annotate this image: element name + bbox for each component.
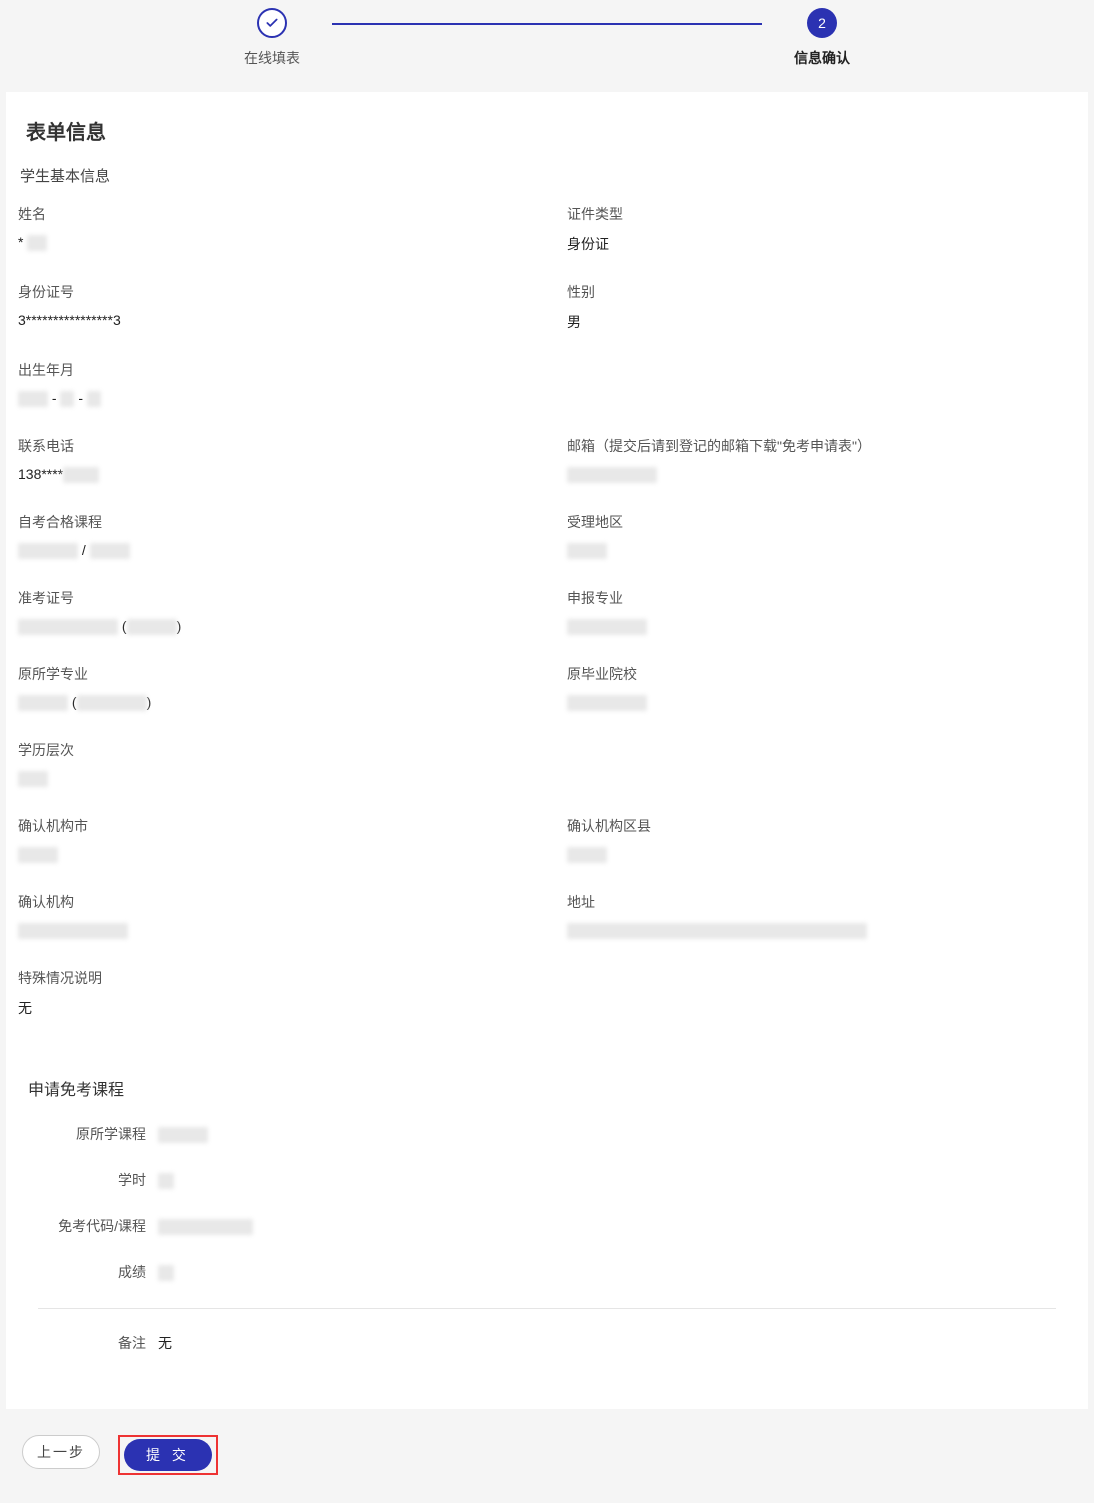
exam-pass-label: 自考合格课程 xyxy=(18,512,527,532)
apply-major-label: 申报专业 xyxy=(567,588,1076,608)
id-no-value: 3****************3 xyxy=(18,312,527,330)
orig-course-label: 原所学课程 xyxy=(28,1124,158,1144)
address-label: 地址 xyxy=(567,892,1076,912)
score-value xyxy=(158,1263,174,1280)
step-2-number: 2 xyxy=(807,8,837,38)
submit-button[interactable]: 提 交 xyxy=(124,1439,212,1471)
orig-major-value: () xyxy=(18,694,527,712)
field-apply-major: 申报专业 xyxy=(567,588,1076,636)
basic-info-grid: 姓名 * 证件类型 身份证 身份证号 3****************3 性别… xyxy=(18,204,1076,1046)
accept-area-label: 受理地区 xyxy=(567,512,1076,532)
row-orig-course: 原所学课程 xyxy=(28,1124,1066,1144)
field-special: 特殊情况说明 无 xyxy=(18,968,1076,1018)
accept-area-value xyxy=(567,542,1076,560)
form-card: 表单信息 学生基本信息 姓名 * 证件类型 身份证 身份证号 3********… xyxy=(6,92,1088,1409)
footer-actions: 上一步 提 交 xyxy=(0,1415,1094,1503)
orig-school-value xyxy=(567,694,1076,712)
step-2: 2 信息确认 xyxy=(762,8,882,68)
ticket-value: () xyxy=(18,618,527,636)
field-email: 邮箱（提交后请到登记的邮箱下载"免考申请表"） xyxy=(567,436,1076,484)
email-label: 邮箱（提交后请到登记的邮箱下载"免考申请表"） xyxy=(567,436,1076,456)
field-ticket: 准考证号 () xyxy=(18,588,527,636)
exempt-code-label: 免考代码/课程 xyxy=(28,1216,158,1236)
field-orig-school: 原毕业院校 xyxy=(567,664,1076,712)
id-type-value: 身份证 xyxy=(567,234,1076,254)
stepper: 在线填表 2 信息确认 xyxy=(0,0,1094,86)
prev-button[interactable]: 上一步 xyxy=(22,1435,100,1469)
gender-value: 男 xyxy=(567,312,1076,332)
edu-level-value xyxy=(18,770,527,788)
exempt-code-value xyxy=(158,1217,253,1234)
check-icon xyxy=(257,8,287,38)
confirm-county-label: 确认机构区县 xyxy=(567,816,1076,836)
id-type-label: 证件类型 xyxy=(567,204,1076,224)
row-score: 成绩 xyxy=(28,1262,1066,1282)
field-birth-spacer xyxy=(567,360,1076,408)
apply-major-value xyxy=(567,618,1076,636)
field-confirm-city: 确认机构市 xyxy=(18,816,527,864)
gender-label: 性别 xyxy=(567,282,1076,302)
confirm-county-value xyxy=(567,846,1076,864)
address-value xyxy=(567,922,1076,940)
step-2-label: 信息确认 xyxy=(794,48,850,68)
id-no-label: 身份证号 xyxy=(18,282,527,302)
confirm-city-value xyxy=(18,846,527,864)
field-phone: 联系电话 138**** xyxy=(18,436,527,484)
field-edu-level: 学历层次 xyxy=(18,740,527,788)
field-address: 地址 xyxy=(567,892,1076,940)
course-section-title: 申请免考课程 xyxy=(28,1076,1066,1100)
field-id-type: 证件类型 身份证 xyxy=(567,204,1076,254)
score-label: 成绩 xyxy=(28,1262,158,1282)
exam-pass-value: / xyxy=(18,542,527,560)
field-confirm-county: 确认机构区县 xyxy=(567,816,1076,864)
field-id-no: 身份证号 3****************3 xyxy=(18,282,527,332)
confirm-city-label: 确认机构市 xyxy=(18,816,527,836)
row-remark: 备注 无 xyxy=(28,1333,1066,1353)
special-label: 特殊情况说明 xyxy=(18,968,1076,988)
orig-course-value xyxy=(158,1125,208,1142)
name-label: 姓名 xyxy=(18,204,527,224)
course-section: 申请免考课程 原所学课程 学时 免考代码/课程 成绩 备注 无 xyxy=(18,1076,1076,1353)
step-connector xyxy=(332,23,762,25)
special-value: 无 xyxy=(18,998,1076,1018)
divider xyxy=(38,1308,1056,1309)
submit-highlight: 提 交 xyxy=(118,1435,218,1475)
step-1: 在线填表 xyxy=(212,8,332,68)
row-exempt-code: 免考代码/课程 xyxy=(28,1216,1066,1236)
step-1-label: 在线填表 xyxy=(244,48,300,68)
name-value: * xyxy=(18,234,527,252)
field-gender: 性别 男 xyxy=(567,282,1076,332)
ticket-label: 准考证号 xyxy=(18,588,527,608)
orig-major-label: 原所学专业 xyxy=(18,664,527,684)
remark-label: 备注 xyxy=(28,1333,158,1353)
field-name: 姓名 * xyxy=(18,204,527,254)
field-confirm-org: 确认机构 xyxy=(18,892,527,940)
row-hours: 学时 xyxy=(28,1170,1066,1190)
remark-value: 无 xyxy=(158,1333,172,1353)
birth-value: - - xyxy=(18,390,527,408)
field-edu-level-spacer xyxy=(567,740,1076,788)
field-accept-area: 受理地区 xyxy=(567,512,1076,560)
orig-school-label: 原毕业院校 xyxy=(567,664,1076,684)
section-basic-title: 学生基本信息 xyxy=(18,165,1076,186)
phone-label: 联系电话 xyxy=(18,436,527,456)
field-orig-major: 原所学专业 () xyxy=(18,664,527,712)
email-value xyxy=(567,466,1076,484)
confirm-org-label: 确认机构 xyxy=(18,892,527,912)
confirm-org-value xyxy=(18,922,527,940)
field-birth: 出生年月 - - xyxy=(18,360,527,408)
phone-value: 138**** xyxy=(18,466,527,484)
birth-label: 出生年月 xyxy=(18,360,527,380)
hours-label: 学时 xyxy=(28,1170,158,1190)
field-exam-pass: 自考合格课程 / xyxy=(18,512,527,560)
edu-level-label: 学历层次 xyxy=(18,740,527,760)
hours-value xyxy=(158,1171,174,1188)
form-title: 表单信息 xyxy=(18,116,1076,145)
